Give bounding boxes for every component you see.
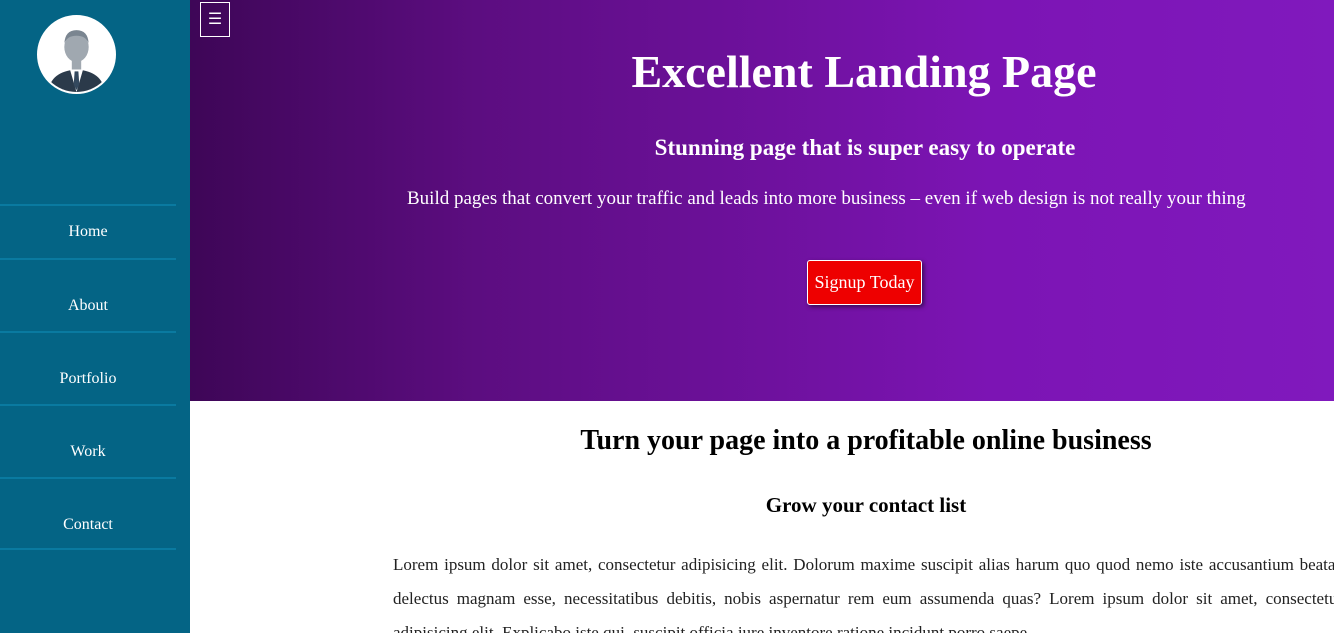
avatar[interactable] [37, 15, 116, 94]
signup-button[interactable]: Signup Today [807, 260, 922, 305]
section-title: Turn your page into a profitable online … [580, 425, 1152, 456]
sidebar-nav: Home About Portfolio Work Contact [0, 204, 176, 550]
user-avatar-icon [39, 17, 114, 92]
section-subtitle: Grow your contact list [765, 493, 967, 517]
section-paragraph: Lorem ipsum dolor sit amet, consectetur … [393, 555, 1334, 633]
sidebar: Home About Portfolio Work Contact [0, 0, 190, 633]
menu-toggle-button[interactable]: ☰ [200, 2, 230, 37]
sidebar-item-home[interactable]: Home [0, 204, 176, 258]
sidebar-item-work[interactable]: Work [0, 404, 176, 477]
content-section: Turn your page into a profitable online … [190, 401, 1334, 633]
hero-subtitle: Stunning page that is super easy to oper… [654, 135, 1076, 160]
hero-description: Build pages that convert your traffic an… [407, 188, 1246, 209]
sidebar-item-about[interactable]: About [0, 258, 176, 331]
sidebar-item-label: Contact [63, 516, 113, 533]
hero-section: ☰ Excellent Landing Page Stunning page t… [190, 0, 1334, 401]
hamburger-icon: ☰ [207, 11, 223, 28]
hero-title: Excellent Landing Page [631, 46, 1097, 97]
sidebar-item-label: Home [68, 223, 108, 240]
sidebar-item-contact[interactable]: Contact [0, 477, 176, 550]
sidebar-item-portfolio[interactable]: Portfolio [0, 331, 176, 404]
